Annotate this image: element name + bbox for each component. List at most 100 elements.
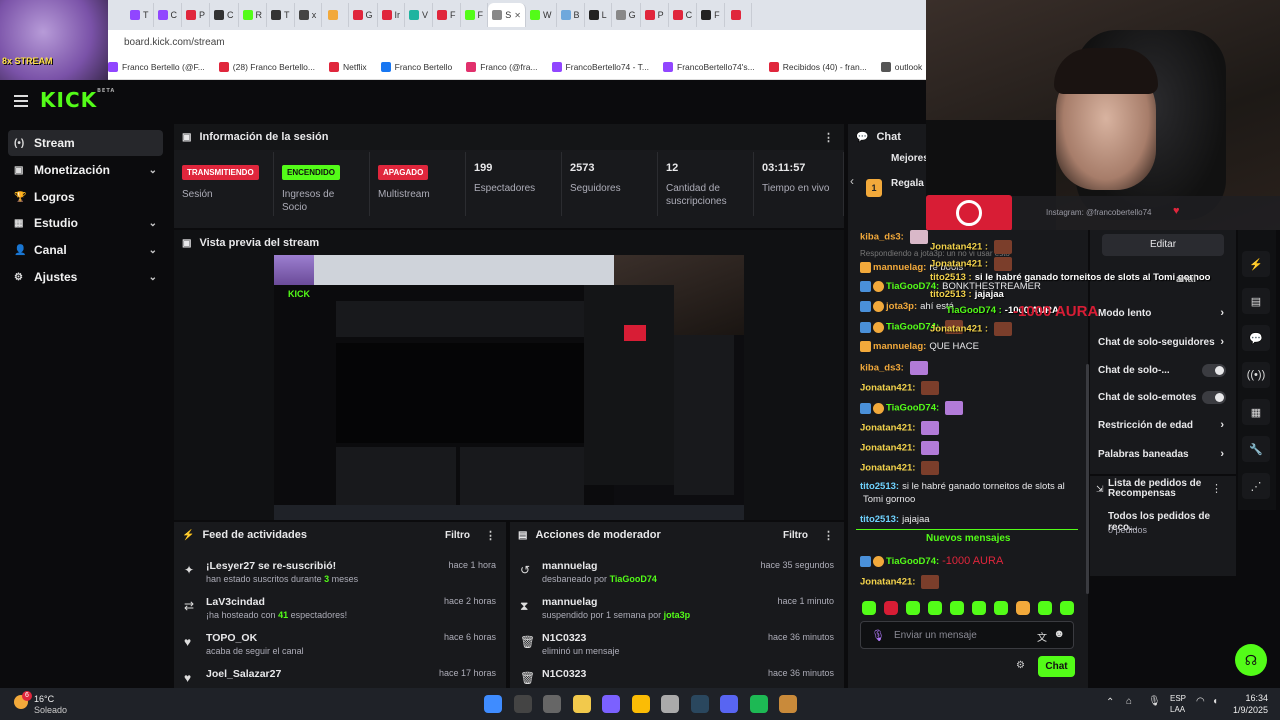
more-options-icon[interactable]: ⋮ — [823, 131, 834, 144]
wrench-icon[interactable]: 🔧 — [1242, 436, 1270, 462]
browser-tab[interactable]: F — [461, 3, 489, 27]
list-item[interactable]: ♥ TOPO_OK acaba de seguir el canal hace 6 h… — [174, 630, 506, 664]
chat-setting-item[interactable]: Modo lento › — [1098, 307, 1226, 319]
broadcast-icon[interactable]: ((•)) — [1242, 362, 1270, 388]
browser-tab[interactable]: F — [697, 3, 725, 27]
kick-logo[interactable]: KICKBETA — [40, 88, 115, 112]
app-icon[interactable] — [602, 695, 620, 713]
browser-tab[interactable]: P — [182, 3, 211, 27]
chevron-left-icon[interactable]: ‹ — [850, 174, 854, 188]
bookmark-item[interactable]: Franco Bertello — [380, 61, 452, 72]
message-icon[interactable]: 💬 — [1242, 325, 1270, 351]
emote-picker-icon[interactable] — [1038, 601, 1052, 615]
chat-username[interactable]: Jonatan421: — [860, 383, 915, 394]
emote-picker-icon[interactable] — [1016, 601, 1030, 615]
close-tab-icon[interactable]: ✕ — [514, 11, 521, 20]
bookmark-item[interactable]: outlook — [880, 61, 922, 72]
bookmark-item[interactable]: Recibidos (40) - fran... — [768, 61, 867, 72]
emote-picker-icon[interactable] — [862, 601, 876, 615]
browser-tab[interactable]: Ir — [378, 3, 406, 27]
hamburger-menu-icon[interactable] — [14, 95, 28, 107]
browser-tab[interactable]: x — [295, 3, 322, 27]
share-icon[interactable]: ⋰ — [1242, 473, 1270, 499]
browser-tab[interactable]: R — [239, 3, 268, 27]
browser-tab[interactable]: B — [557, 3, 585, 27]
discord-icon[interactable] — [720, 695, 738, 713]
chat-username[interactable]: TiaGooD74: — [886, 556, 939, 567]
activity-filter-button[interactable]: Filtro — [445, 530, 470, 541]
chat-message[interactable]: Jonatan421: — [860, 421, 940, 435]
bookmark-item[interactable]: Franco (@fra... — [466, 61, 538, 72]
document-icon[interactable]: ▤ — [1242, 288, 1270, 314]
chat-username[interactable]: Jonatan421: — [860, 577, 915, 588]
chat-message[interactable]: TiaGooD74: -1000 AURA — [860, 555, 1003, 567]
browser-tab[interactable]: F — [433, 3, 461, 27]
chat-username[interactable]: kiba_ds3: — [860, 363, 904, 374]
layout-icon[interactable]: ▦ — [1242, 399, 1270, 425]
browser-tab[interactable]: V — [405, 3, 434, 27]
wifi-icon[interactable]: ◠ — [1196, 696, 1205, 707]
browser-tab[interactable] — [725, 3, 752, 27]
stream-preview-video[interactable]: KICK — [274, 255, 744, 520]
chat-message[interactable]: Jonatan421: — [860, 381, 940, 395]
chat-message[interactable]: Tomi gornoo — [860, 494, 915, 505]
chat-setting-item[interactable]: Chat de solo-emotes — [1098, 391, 1226, 404]
settings-icon[interactable] — [661, 695, 679, 713]
chat-username[interactable]: Jonatan421: — [860, 463, 915, 474]
chat-message[interactable]: Jonatan421: — [860, 441, 940, 455]
mod-more-icon[interactable]: ⋮ — [823, 529, 834, 542]
emote-picker-icon[interactable] — [950, 601, 964, 615]
browser-tab[interactable]: P — [641, 3, 669, 27]
steam-icon[interactable] — [690, 695, 709, 713]
chat-username[interactable]: tito2513: — [860, 514, 899, 525]
chrome-icon[interactable] — [631, 695, 650, 713]
emote-picker-icon[interactable] — [884, 601, 898, 615]
windows-start-icon[interactable] — [484, 695, 502, 713]
chat-username[interactable]: mannuelag: — [873, 262, 926, 273]
browser-tab[interactable]: C — [154, 3, 182, 27]
browser-tab[interactable]: C — [210, 3, 239, 27]
chat-message[interactable]: tito2513: si le habré ganado torneitos de… — [860, 481, 1065, 492]
chat-setting-item[interactable]: Chat de solo-seguidores › — [1098, 336, 1226, 348]
sidebar-item-1[interactable]: ▣ Monetización ⌄ — [8, 157, 163, 183]
chat-setting-item[interactable]: Restricción de edad › — [1098, 419, 1226, 431]
chat-setting-item[interactable]: Chat de solo-... — [1098, 364, 1226, 377]
browser-tab[interactable]: T — [267, 3, 295, 27]
chat-username[interactable]: tito2513: — [860, 481, 899, 492]
chat-settings-icon[interactable]: ⚙ — [1016, 660, 1025, 671]
setting-toggle[interactable] — [1202, 391, 1226, 404]
list-item[interactable]: ✦ ¡Lesyer27 se re-suscribió! han estado su… — [174, 558, 506, 592]
chat-username[interactable]: Jonatan421: — [860, 423, 915, 434]
chat-username[interactable]: TiaGooD74: — [886, 403, 939, 414]
file-explorer-icon[interactable] — [572, 695, 591, 713]
chat-message[interactable]: Jonatan421: — [860, 575, 940, 589]
spotify-icon[interactable] — [749, 695, 768, 713]
search-icon[interactable] — [513, 695, 532, 713]
edit-button[interactable]: Editar — [1102, 234, 1224, 256]
chat-send-button[interactable]: Chat — [1038, 656, 1075, 677]
emote-picker-icon[interactable] — [994, 601, 1008, 615]
tray-chevron-icon[interactable]: ⌃ — [1106, 697, 1114, 708]
sidebar-item-3[interactable]: ▦ Estudio ⌄ — [8, 210, 163, 236]
browser-tab[interactable]: W — [526, 3, 557, 27]
bookmark-item[interactable]: (28) Franco Bertello... — [218, 61, 315, 72]
requests-more-icon[interactable]: ⋮ — [1211, 482, 1222, 495]
bookmark-item[interactable]: Franco Bertello (@F... — [108, 61, 205, 72]
chat-message[interactable]: jota3p: ahí está — [860, 301, 954, 312]
list-item[interactable]: ⧗ mannuelag suspendido por 1 semana por jo… — [510, 594, 844, 628]
clock-time[interactable]: 16:34 — [1234, 693, 1268, 703]
emote-picker-icon[interactable] — [928, 601, 942, 615]
browser-tab[interactable]: T — [126, 3, 154, 27]
volume-icon[interactable]: ◖ — [1212, 696, 1218, 707]
browser-tab[interactable] — [322, 3, 349, 27]
emoji-icon[interactable]: ☻ — [1053, 628, 1065, 640]
chat-input[interactable]: 🎙 Enviar un mensaje 文 ☻ — [860, 621, 1074, 649]
emote-picker-icon[interactable] — [906, 601, 920, 615]
chat-message[interactable]: kiba_ds3: — [860, 230, 928, 244]
address-bar[interactable]: board.kick.com/stream — [0, 30, 926, 54]
chat-username[interactable]: Jonatan421: — [860, 443, 915, 454]
chat-username[interactable]: kiba_ds3: — [860, 232, 904, 243]
browser-tab[interactable]: L — [585, 3, 612, 27]
sidebar-item-0[interactable]: (•) Stream — [8, 130, 163, 156]
chat-message[interactable]: tito2513: jajajaa — [860, 514, 930, 525]
